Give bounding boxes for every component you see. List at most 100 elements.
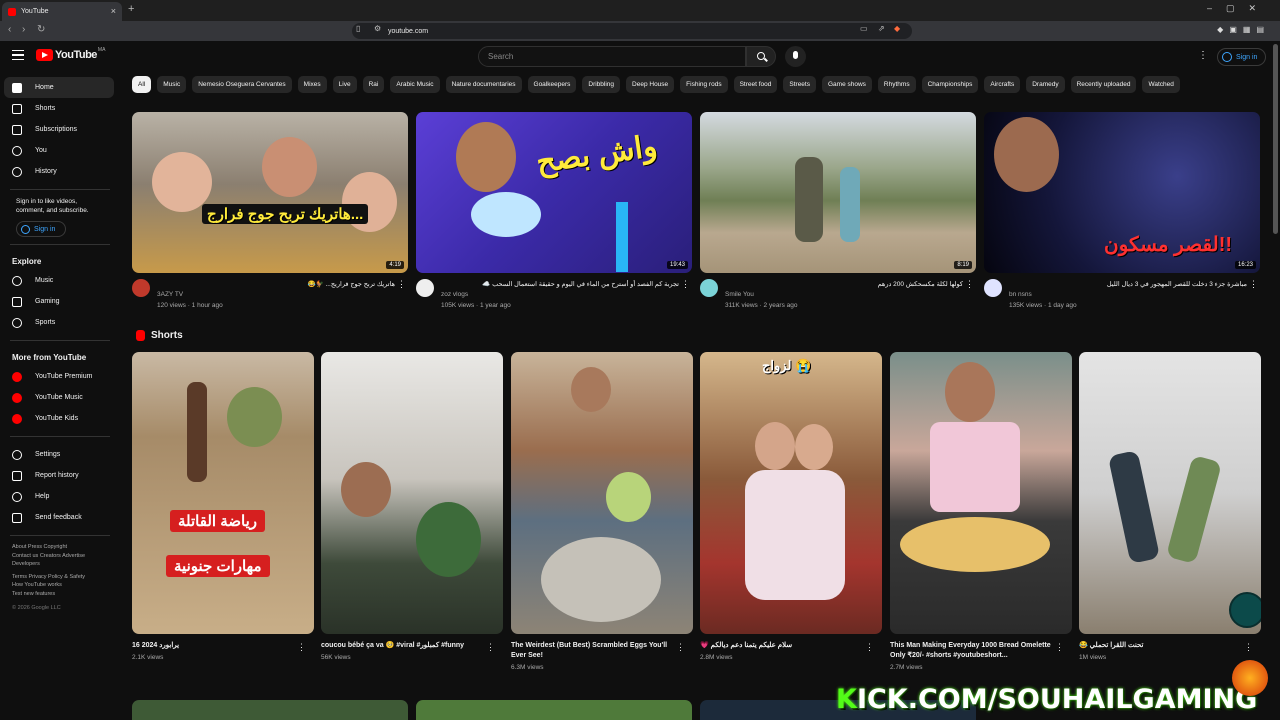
sidebar-item-sports[interactable]: Sports — [4, 312, 114, 333]
sidebar-item-settings[interactable]: Settings — [4, 444, 114, 465]
signin-button[interactable]: Sign in — [1217, 48, 1267, 66]
browser-tab[interactable]: YouTube × — [2, 2, 122, 21]
filter-chip[interactable]: Dramedy — [1026, 76, 1065, 93]
video-card[interactable]: واش بصح 19:43 تجربة كم الفصد أو أسترح من… — [416, 112, 692, 319]
reload-icon[interactable]: ↻ — [37, 24, 45, 35]
sidebar-item-you[interactable]: You — [4, 140, 114, 161]
short-title[interactable]: 💗 سلام عليكم يتمنا دعم ديالكم — [700, 641, 865, 651]
cast-icon[interactable]: ▭ — [860, 24, 868, 33]
brave-shield-icon[interactable]: ◆ — [894, 24, 900, 33]
search-input[interactable]: Search — [478, 46, 746, 67]
channel-avatar[interactable] — [700, 279, 718, 297]
short-title[interactable]: 😂 تحنت اللقرا تحملي — [1079, 641, 1244, 651]
video-title[interactable]: هاتريك تربح جوج فراريج... 🐓😂 — [157, 280, 395, 289]
bookmark-icon[interactable]: ▯ — [356, 24, 360, 33]
close-tab-icon[interactable]: × — [111, 6, 116, 16]
filter-chip[interactable]: Championships — [921, 76, 979, 93]
extension-icons[interactable]: ◆▣▦▤ — [1217, 25, 1270, 34]
video-card[interactable]: هاتريك تربح جوج فرارج... 4:19 هاتريك ترب… — [132, 112, 408, 319]
window-controls[interactable]: –▢✕ — [1207, 3, 1270, 14]
channel-avatar[interactable] — [984, 279, 1002, 297]
video-menu-icon[interactable]: ⋮ — [1249, 279, 1258, 290]
footer-links-3[interactable]: Developers — [4, 560, 114, 569]
footer-links-1[interactable]: About Press Copyright — [4, 543, 114, 552]
sidebar-item-send-feedback[interactable]: Send feedback — [4, 507, 114, 528]
footer-links-5[interactable]: How YouTube works — [4, 581, 114, 590]
video-menu-icon[interactable]: ⋮ — [681, 279, 690, 290]
short-thumbnail[interactable] — [890, 352, 1072, 634]
short-card[interactable]: رياضة القاتلة مهارات جنونية يرابورد 2024… — [132, 352, 314, 661]
short-title[interactable]: coucou bébé ça va 🥺 #viral #كمبلور #funn… — [321, 641, 486, 651]
filter-chip[interactable]: Nemesio Oseguera Cervantes — [192, 76, 292, 93]
short-menu-icon[interactable]: ⋮ — [1244, 642, 1253, 653]
channel-name[interactable]: Smile You — [725, 291, 754, 298]
back-icon[interactable]: ‹ — [8, 24, 11, 35]
short-card[interactable]: The Weirdest (But Best) Scrambled Eggs Y… — [511, 352, 693, 671]
video-thumbnail[interactable]: لقصر مسكون!! 16:23 — [984, 112, 1260, 273]
filter-chip[interactable]: Game shows — [821, 76, 872, 93]
new-tab-icon[interactable]: + — [128, 3, 134, 15]
video-card[interactable]: لقصر مسكون!! 16:23 مباشرة جزء 3 دخلت للق… — [984, 112, 1260, 319]
filter-chip[interactable]: Rhythms — [877, 76, 916, 93]
short-title[interactable]: يرابورد 2024 16 — [132, 641, 297, 651]
video-thumbnail[interactable] — [132, 700, 408, 720]
short-menu-icon[interactable]: ⋮ — [1055, 642, 1064, 653]
sidebar-item-youtube-premium[interactable]: YouTube Premium — [4, 366, 114, 387]
channel-name[interactable]: zoz vlogs — [441, 291, 468, 298]
sidebar-item-gaming[interactable]: Gaming — [4, 291, 114, 312]
filter-chip[interactable]: Fishing rods — [680, 76, 728, 93]
short-thumbnail[interactable] — [321, 352, 503, 634]
filter-chip[interactable]: Recently uploaded — [1070, 76, 1137, 93]
video-menu-icon[interactable]: ⋮ — [397, 279, 406, 290]
short-menu-icon[interactable]: ⋮ — [676, 642, 685, 653]
video-title[interactable]: مباشرة جزء 3 دخلت للقصر المهجور في 3 ديا… — [1009, 280, 1247, 289]
sidebar-item-shorts[interactable]: Shorts — [4, 98, 114, 119]
video-title[interactable]: كولها لكلة مكسحكش 200 درهم — [725, 280, 963, 289]
filter-chip[interactable]: Goalkeepers — [527, 76, 577, 93]
short-card[interactable]: coucou bébé ça va 🥺 #viral #كمبلور #funn… — [321, 352, 503, 661]
settings-menu-icon[interactable]: ⋮ — [1198, 50, 1208, 61]
short-title[interactable]: This Man Making Everyday 1000 Bread Omel… — [890, 641, 1055, 661]
filter-chip[interactable]: Nature documentaries — [445, 76, 522, 93]
sidebar-item-home[interactable]: Home — [4, 77, 114, 98]
short-thumbnail[interactable] — [1079, 352, 1261, 634]
footer-links-2[interactable]: Contact us Creators Advertise — [4, 552, 114, 561]
sidebar-signin-button[interactable]: Sign in — [16, 221, 66, 237]
short-menu-icon[interactable]: ⋮ — [865, 642, 874, 653]
filter-chip[interactable]: All — [132, 76, 152, 93]
share-icon[interactable]: ⇗ — [878, 24, 885, 33]
video-menu-icon[interactable]: ⋮ — [965, 279, 974, 290]
short-thumbnail[interactable]: لزواج 😭 — [700, 352, 882, 634]
video-title[interactable]: تجربة كم الفصد أو أسترح من الماء في اليو… — [441, 280, 679, 289]
short-menu-icon[interactable]: ⋮ — [297, 642, 306, 653]
video-thumbnail[interactable]: هاتريك تربح جوج فرارج... 4:19 — [132, 112, 408, 273]
filter-chip[interactable]: Music — [157, 76, 187, 93]
channel-name[interactable]: 3AZY TV — [157, 291, 183, 298]
hamburger-menu-icon[interactable] — [12, 50, 24, 60]
forward-icon[interactable]: › — [22, 24, 25, 35]
filter-chip[interactable]: Street food — [733, 76, 778, 93]
filter-chip[interactable]: Streets — [783, 76, 816, 93]
filter-chip[interactable]: Deep House — [626, 76, 675, 93]
channel-avatar[interactable] — [132, 279, 150, 297]
short-menu-icon[interactable]: ⋮ — [486, 642, 495, 653]
sidebar-item-subscriptions[interactable]: Subscriptions — [4, 119, 114, 140]
video-thumbnail[interactable]: واش بصح 19:43 — [416, 112, 692, 273]
sidebar-item-help[interactable]: Help — [4, 486, 114, 507]
short-thumbnail[interactable] — [511, 352, 693, 634]
search-button[interactable] — [746, 46, 776, 67]
filter-chip[interactable]: Rai — [362, 76, 385, 93]
sidebar-item-youtube-kids[interactable]: YouTube Kids — [4, 408, 114, 429]
youtube-logo[interactable]: YouTube MA — [36, 47, 105, 61]
scrollbar[interactable] — [1273, 44, 1278, 234]
address-bar[interactable]: ▯ ⚙ youtube.com ▭ ⇗ ◆ — [352, 23, 912, 39]
video-thumbnail[interactable]: 8:19 — [700, 112, 976, 273]
footer-links-6[interactable]: Test new features — [4, 590, 114, 599]
short-card[interactable]: 😂 تحنت اللقرا تحملي 1M views ⋮ — [1079, 352, 1261, 661]
filter-chip[interactable]: Dribbling — [582, 76, 621, 93]
video-thumbnail[interactable] — [416, 700, 692, 720]
voice-search-button[interactable] — [785, 46, 806, 67]
short-thumbnail[interactable]: رياضة القاتلة مهارات جنونية — [132, 352, 314, 634]
filter-chip[interactable]: Aircrafts — [984, 76, 1021, 93]
sidebar-item-youtube-music[interactable]: YouTube Music — [4, 387, 114, 408]
